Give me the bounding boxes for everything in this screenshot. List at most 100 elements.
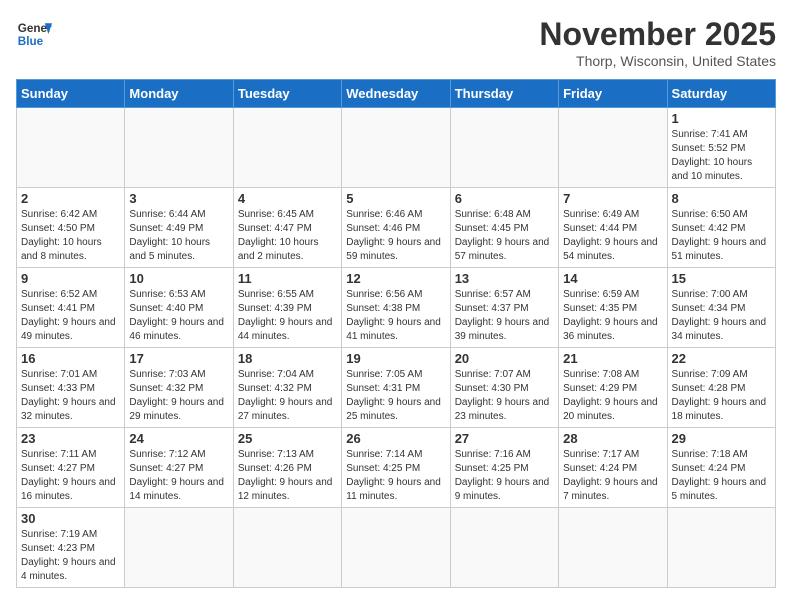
calendar-cell bbox=[125, 508, 233, 588]
day-info: Sunrise: 7:09 AM Sunset: 4:28 PM Dayligh… bbox=[672, 368, 771, 424]
day-number: 19 bbox=[346, 351, 445, 366]
weekday-header-saturday: Saturday bbox=[667, 80, 775, 108]
day-number: 6 bbox=[455, 191, 554, 206]
day-info: Sunrise: 7:03 AM Sunset: 4:32 PM Dayligh… bbox=[129, 368, 228, 424]
calendar-cell: 8Sunrise: 6:50 AM Sunset: 4:42 PM Daylig… bbox=[667, 188, 775, 268]
day-info: Sunrise: 6:53 AM Sunset: 4:40 PM Dayligh… bbox=[129, 288, 228, 344]
calendar-week-4: 16 Sunrise: 7:01 AM Sunset: 4:33 PM Dayli… bbox=[17, 348, 776, 428]
day-number: 7 bbox=[563, 191, 662, 206]
calendar-cell bbox=[559, 108, 667, 188]
calendar-cell: 9 Sunrise: 6:52 AM Sunset: 4:41 PM Daylig… bbox=[17, 268, 125, 348]
weekday-header-sunday: Sunday bbox=[17, 80, 125, 108]
calendar-cell: 16 Sunrise: 7:01 AM Sunset: 4:33 PM Dayli… bbox=[17, 348, 125, 428]
day-info: Sunrise: 7:12 AM Sunset: 4:27 PM Dayligh… bbox=[129, 448, 228, 504]
calendar-cell: 23 Sunrise: 7:11 AM Sunset: 4:27 PM Dayli… bbox=[17, 428, 125, 508]
day-number: 3 bbox=[129, 191, 228, 206]
day-number: 29 bbox=[672, 431, 771, 446]
calendar-cell bbox=[125, 108, 233, 188]
day-info: Sunrise: 6:52 AM Sunset: 4:41 PM Dayligh… bbox=[21, 288, 120, 344]
day-info: Sunrise: 6:44 AM Sunset: 4:49 PM Dayligh… bbox=[129, 208, 228, 264]
calendar-cell: 25 Sunrise: 7:13 AM Sunset: 4:26 PM Dayli… bbox=[233, 428, 341, 508]
calendar-week-5: 23 Sunrise: 7:11 AM Sunset: 4:27 PM Dayli… bbox=[17, 428, 776, 508]
day-number: 30 bbox=[21, 511, 120, 526]
calendar-table: SundayMondayTuesdayWednesdayThursdayFrid… bbox=[16, 79, 776, 588]
calendar-cell: 6 Sunrise: 6:48 AM Sunset: 4:45 PM Daylig… bbox=[450, 188, 558, 268]
calendar-cell: 29 Sunrise: 7:18 AM Sunset: 4:24 PM Dayli… bbox=[667, 428, 775, 508]
calendar-cell: 19Sunrise: 7:05 AM Sunset: 4:31 PM Dayli… bbox=[342, 348, 450, 428]
day-info: Sunrise: 7:18 AM Sunset: 4:24 PM Dayligh… bbox=[672, 448, 771, 504]
day-info: Sunrise: 7:19 AM Sunset: 4:23 PM Dayligh… bbox=[21, 528, 120, 584]
calendar-cell: 30 Sunrise: 7:19 AM Sunset: 4:23 PM Dayli… bbox=[17, 508, 125, 588]
page-header: General Blue November 2025 Thorp, Wiscon… bbox=[16, 16, 776, 69]
calendar-cell: 21Sunrise: 7:08 AM Sunset: 4:29 PM Dayli… bbox=[559, 348, 667, 428]
calendar-cell: 1 Sunrise: 7:41 AM Sunset: 5:52 PM Daylig… bbox=[667, 108, 775, 188]
day-info: Sunrise: 6:50 AM Sunset: 4:42 PM Dayligh… bbox=[672, 208, 771, 264]
day-number: 16 bbox=[21, 351, 120, 366]
day-number: 2 bbox=[21, 191, 120, 206]
calendar-cell: 5 Sunrise: 6:46 AM Sunset: 4:46 PM Daylig… bbox=[342, 188, 450, 268]
day-info: Sunrise: 7:11 AM Sunset: 4:27 PM Dayligh… bbox=[21, 448, 120, 504]
weekday-header-row: SundayMondayTuesdayWednesdayThursdayFrid… bbox=[17, 80, 776, 108]
calendar-cell: 14Sunrise: 6:59 AM Sunset: 4:35 PM Dayli… bbox=[559, 268, 667, 348]
day-number: 1 bbox=[672, 111, 771, 126]
day-number: 25 bbox=[238, 431, 337, 446]
day-info: Sunrise: 7:04 AM Sunset: 4:32 PM Dayligh… bbox=[238, 368, 337, 424]
day-number: 22 bbox=[672, 351, 771, 366]
day-info: Sunrise: 7:41 AM Sunset: 5:52 PM Dayligh… bbox=[672, 128, 771, 184]
day-info: Sunrise: 6:56 AM Sunset: 4:38 PM Dayligh… bbox=[346, 288, 445, 344]
day-info: Sunrise: 7:13 AM Sunset: 4:26 PM Dayligh… bbox=[238, 448, 337, 504]
calendar-week-6: 30 Sunrise: 7:19 AM Sunset: 4:23 PM Dayli… bbox=[17, 508, 776, 588]
weekday-header-tuesday: Tuesday bbox=[233, 80, 341, 108]
day-number: 23 bbox=[21, 431, 120, 446]
month-title: November 2025 bbox=[539, 16, 776, 53]
calendar-cell bbox=[233, 508, 341, 588]
day-info: Sunrise: 6:57 AM Sunset: 4:37 PM Dayligh… bbox=[455, 288, 554, 344]
weekday-header-friday: Friday bbox=[559, 80, 667, 108]
calendar-cell: 10 Sunrise: 6:53 AM Sunset: 4:40 PM Dayli… bbox=[125, 268, 233, 348]
calendar-cell: 28Sunrise: 7:17 AM Sunset: 4:24 PM Dayli… bbox=[559, 428, 667, 508]
day-info: Sunrise: 7:14 AM Sunset: 4:25 PM Dayligh… bbox=[346, 448, 445, 504]
calendar-cell: 20Sunrise: 7:07 AM Sunset: 4:30 PM Dayli… bbox=[450, 348, 558, 428]
calendar-cell: 11Sunrise: 6:55 AM Sunset: 4:39 PM Dayli… bbox=[233, 268, 341, 348]
day-number: 13 bbox=[455, 271, 554, 286]
day-number: 10 bbox=[129, 271, 228, 286]
day-number: 9 bbox=[21, 271, 120, 286]
day-info: Sunrise: 6:59 AM Sunset: 4:35 PM Dayligh… bbox=[563, 288, 662, 344]
day-number: 24 bbox=[129, 431, 228, 446]
calendar-cell: 15Sunrise: 7:00 AM Sunset: 4:34 PM Dayli… bbox=[667, 268, 775, 348]
calendar-week-1: 1 Sunrise: 7:41 AM Sunset: 5:52 PM Daylig… bbox=[17, 108, 776, 188]
calendar-week-3: 9 Sunrise: 6:52 AM Sunset: 4:41 PM Daylig… bbox=[17, 268, 776, 348]
calendar-cell bbox=[667, 508, 775, 588]
weekday-header-thursday: Thursday bbox=[450, 80, 558, 108]
day-number: 26 bbox=[346, 431, 445, 446]
day-number: 4 bbox=[238, 191, 337, 206]
calendar-cell: 4Sunrise: 6:45 AM Sunset: 4:47 PM Daylig… bbox=[233, 188, 341, 268]
day-info: Sunrise: 6:42 AM Sunset: 4:50 PM Dayligh… bbox=[21, 208, 120, 264]
calendar-cell bbox=[450, 508, 558, 588]
day-info: Sunrise: 7:08 AM Sunset: 4:29 PM Dayligh… bbox=[563, 368, 662, 424]
title-block: November 2025 Thorp, Wisconsin, United S… bbox=[539, 16, 776, 69]
day-info: Sunrise: 7:00 AM Sunset: 4:34 PM Dayligh… bbox=[672, 288, 771, 344]
location: Thorp, Wisconsin, United States bbox=[539, 53, 776, 69]
day-info: Sunrise: 6:49 AM Sunset: 4:44 PM Dayligh… bbox=[563, 208, 662, 264]
day-info: Sunrise: 6:46 AM Sunset: 4:46 PM Dayligh… bbox=[346, 208, 445, 264]
day-number: 12 bbox=[346, 271, 445, 286]
calendar-cell bbox=[342, 508, 450, 588]
calendar-cell: 27Sunrise: 7:16 AM Sunset: 4:25 PM Dayli… bbox=[450, 428, 558, 508]
calendar-week-2: 2 Sunrise: 6:42 AM Sunset: 4:50 PM Daylig… bbox=[17, 188, 776, 268]
day-info: Sunrise: 6:48 AM Sunset: 4:45 PM Dayligh… bbox=[455, 208, 554, 264]
calendar-cell bbox=[342, 108, 450, 188]
weekday-header-wednesday: Wednesday bbox=[342, 80, 450, 108]
calendar-cell bbox=[233, 108, 341, 188]
day-number: 5 bbox=[346, 191, 445, 206]
calendar-cell: 22 Sunrise: 7:09 AM Sunset: 4:28 PM Dayli… bbox=[667, 348, 775, 428]
calendar-cell: 7 Sunrise: 6:49 AM Sunset: 4:44 PM Daylig… bbox=[559, 188, 667, 268]
day-info: Sunrise: 7:16 AM Sunset: 4:25 PM Dayligh… bbox=[455, 448, 554, 504]
day-number: 11 bbox=[238, 271, 337, 286]
calendar-cell: 13 Sunrise: 6:57 AM Sunset: 4:37 PM Dayli… bbox=[450, 268, 558, 348]
calendar-cell: 12 Sunrise: 6:56 AM Sunset: 4:38 PM Dayli… bbox=[342, 268, 450, 348]
day-number: 18 bbox=[238, 351, 337, 366]
day-info: Sunrise: 7:01 AM Sunset: 4:33 PM Dayligh… bbox=[21, 368, 120, 424]
day-info: Sunrise: 7:17 AM Sunset: 4:24 PM Dayligh… bbox=[563, 448, 662, 504]
logo: General Blue bbox=[16, 16, 52, 52]
